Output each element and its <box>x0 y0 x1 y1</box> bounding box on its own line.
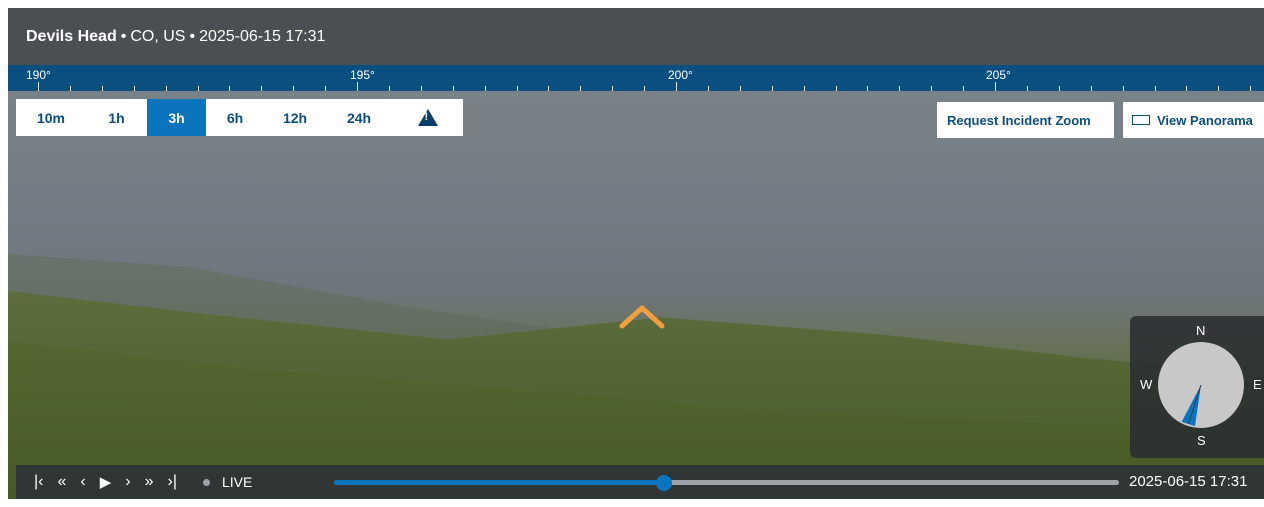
view-panorama-label: View Panorama <box>1157 112 1253 128</box>
compass-dial <box>1158 342 1244 428</box>
camera-image[interactable]: 10m 1h 3h 6h 12h 24h Request Incident Zo… <box>8 91 1264 499</box>
play-icon[interactable]: ▶ <box>100 473 112 491</box>
warning-triangle-icon <box>417 109 438 126</box>
ruler-label-190: 190° <box>26 68 51 82</box>
playback-controls: |‹ « ‹ ▶ › » ›| LIVE 2025-06-15 17:31 <box>16 465 1264 499</box>
compass-south: S <box>1197 433 1206 448</box>
time-range-6h[interactable]: 6h <box>206 99 264 136</box>
rewind-icon[interactable]: « <box>57 473 66 491</box>
camera-name: Devils Head <box>26 27 117 45</box>
compass-east: E <box>1253 377 1262 392</box>
ruler-tick <box>357 82 358 91</box>
title-bar: Devils Head • CO, US • 2025-06-15 17:31 <box>8 8 1264 65</box>
time-range-3h[interactable]: 3h <box>147 99 206 136</box>
camera-viewer: Devils Head • CO, US • 2025-06-15 17:31 … <box>8 8 1264 499</box>
timeline-slider[interactable] <box>334 475 1119 491</box>
compass: N W E S <box>1130 316 1264 458</box>
ruler-label-205: 205° <box>986 68 1011 82</box>
time-range-selector: 10m 1h 3h 6h 12h 24h <box>16 99 463 136</box>
timeline-progress <box>334 480 664 485</box>
ruler-tick <box>676 82 677 91</box>
step-back-icon[interactable]: ‹ <box>80 473 85 491</box>
ruler-tick <box>38 82 39 91</box>
camera-location: CO, US <box>130 27 186 45</box>
time-range-12h[interactable]: 12h <box>264 99 326 136</box>
alerts-button[interactable] <box>392 99 463 136</box>
compass-west: W <box>1140 377 1153 392</box>
time-range-1h[interactable]: 1h <box>86 99 147 136</box>
step-forward-icon[interactable]: › <box>125 473 130 491</box>
panorama-frame-icon <box>1132 115 1150 125</box>
ruler-label-200: 200° <box>668 68 693 82</box>
live-indicator-icon <box>202 478 210 486</box>
bearing-ruler: 190° 195° 200° 205° <box>8 65 1264 91</box>
title-separator: • <box>189 27 196 45</box>
fast-forward-icon[interactable]: » <box>145 473 154 491</box>
view-panorama-button[interactable]: View Panorama <box>1123 102 1264 138</box>
title-separator: • <box>120 27 127 45</box>
ruler-tick <box>995 82 996 91</box>
compass-north: N <box>1196 323 1206 338</box>
timeline-time: 2025-06-15 17:31 <box>1129 473 1248 490</box>
timeline-handle[interactable] <box>655 475 672 491</box>
live-button[interactable]: LIVE <box>222 474 252 490</box>
ruler-label-195: 195° <box>350 68 375 82</box>
smoke-detection-marker <box>619 305 665 329</box>
request-incident-zoom-label: Request Incident Zoom <box>947 112 1091 128</box>
skip-to-first-icon[interactable]: |‹ <box>34 473 43 491</box>
request-incident-zoom-button[interactable]: Request Incident Zoom <box>937 102 1114 138</box>
camera-timestamp: 2025-06-15 17:31 <box>199 27 326 45</box>
skip-to-last-icon[interactable]: ›| <box>168 473 177 491</box>
time-range-10m[interactable]: 10m <box>16 99 86 136</box>
time-range-24h[interactable]: 24h <box>326 99 392 136</box>
compass-heading-needle <box>1181 384 1202 427</box>
